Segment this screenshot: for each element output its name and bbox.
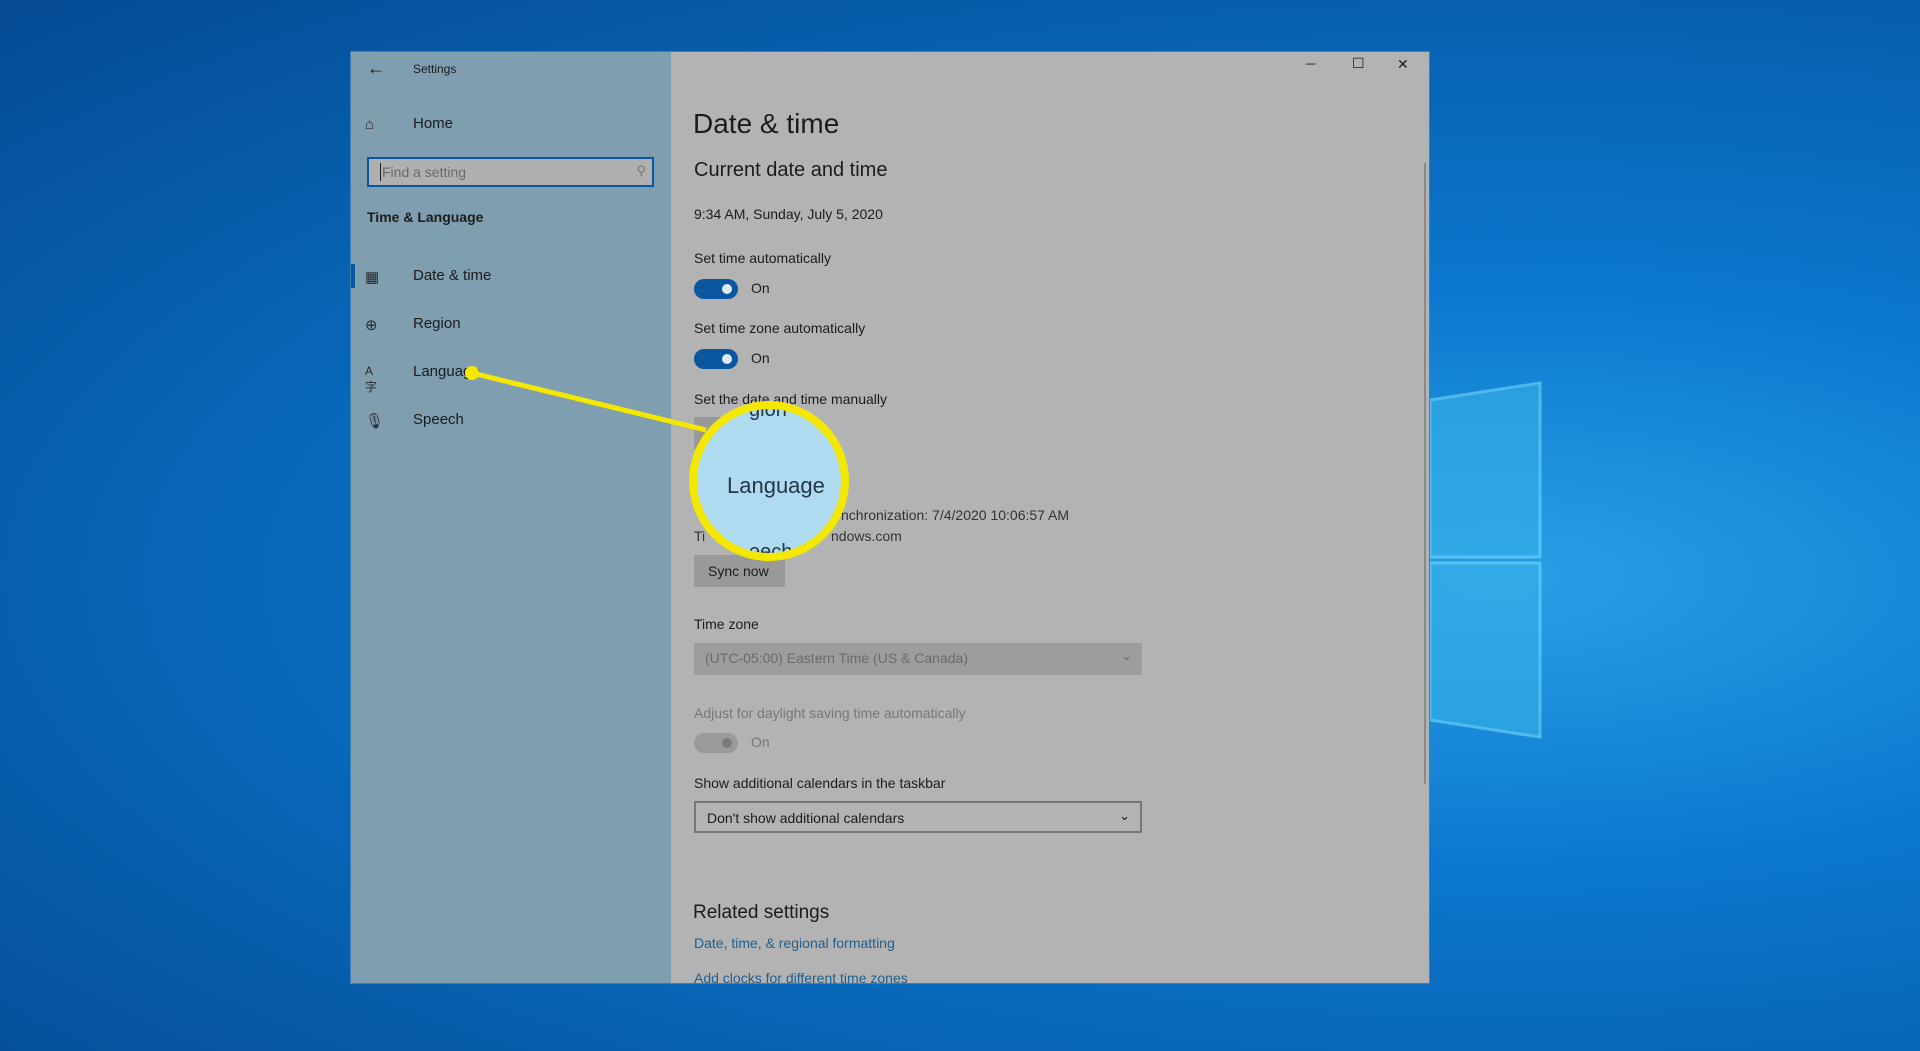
callout-connector (465, 366, 707, 433)
callout-dot (465, 366, 479, 380)
magnifier-callout: gion Language eech (689, 401, 849, 561)
magnified-language-label: Language (727, 473, 825, 498)
